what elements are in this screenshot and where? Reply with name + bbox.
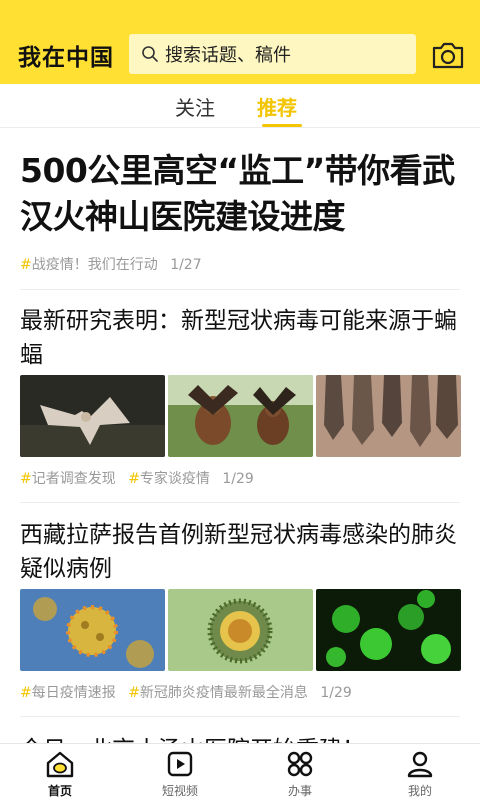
top-bar: 我在中国 搜索话题、稿件 bbox=[0, 0, 480, 84]
thumbnail-virus-render-blue bbox=[20, 589, 165, 671]
play-icon bbox=[167, 751, 193, 777]
headline-title[interactable]: 500公里高空“监工”带你看武汉火神山医院建设进度 bbox=[20, 148, 460, 240]
thumbnail-virus-green bbox=[316, 589, 461, 671]
nav-label: 办事 bbox=[287, 784, 312, 798]
home-icon bbox=[46, 751, 74, 778]
nav-services[interactable]: 办事 bbox=[260, 748, 340, 799]
active-tab-indicator bbox=[262, 124, 302, 127]
topic-tag[interactable]: #每日疫情速报 bbox=[20, 685, 116, 701]
article-thumbnails[interactable] bbox=[20, 589, 461, 671]
user-icon bbox=[407, 751, 433, 778]
article-meta: #记者调查发现 #专家谈疫情 1/29 bbox=[20, 468, 254, 488]
divider bbox=[20, 502, 460, 503]
article-title[interactable]: 西藏拉萨报告首例新型冠状病毒感染的肺炎疑似病例 bbox=[20, 518, 460, 586]
article-meta: #每日疫情速报 #新冠肺炎疫情最新最全消息 1/29 bbox=[20, 682, 352, 702]
article-title[interactable]: 最新研究表明：新型冠状病毒可能来源于蝙蝠 bbox=[20, 304, 460, 372]
article-thumbnails[interactable] bbox=[20, 375, 461, 457]
thumbnail-hanging-bats bbox=[316, 375, 461, 457]
thumbnail-virus-microscope bbox=[168, 589, 313, 671]
app-logo: 我在中国 bbox=[18, 45, 114, 71]
post-date: 1/29 bbox=[320, 685, 352, 701]
post-date: 1/27 bbox=[170, 257, 202, 273]
divider bbox=[20, 289, 460, 290]
search-box[interactable]: 搜索话题、稿件 bbox=[129, 34, 416, 74]
camera-icon[interactable] bbox=[431, 40, 465, 70]
headline-meta: #战疫情！我们在行动 1/27 bbox=[20, 254, 202, 274]
nav-short-video[interactable]: 短视频 bbox=[140, 748, 220, 799]
nav-label: 首页 bbox=[47, 784, 72, 798]
topic-tag[interactable]: #专家谈疫情 bbox=[128, 471, 210, 487]
feed-tabs: 关注 推荐 bbox=[0, 84, 480, 128]
news-feed[interactable]: 500公里高空“监工”带你看武汉火神山医院建设进度 #战疫情！我们在行动 1/2… bbox=[0, 128, 480, 743]
divider bbox=[20, 716, 460, 717]
topic-tag[interactable]: #战疫情！我们在行动 bbox=[20, 257, 158, 273]
article-title[interactable]: 今日，北京小汤山医院开始重建！ bbox=[20, 730, 365, 743]
thumbnail-bat-flying bbox=[20, 375, 165, 457]
nav-label: 我的 bbox=[407, 784, 432, 798]
thumbnail-fruit-bat bbox=[168, 375, 313, 457]
bottom-nav: 首页 短视频 办事 我的 bbox=[0, 743, 480, 800]
nav-profile[interactable]: 我的 bbox=[380, 748, 460, 799]
topic-tag[interactable]: #记者调查发现 bbox=[20, 471, 116, 487]
nav-home[interactable]: 首页 bbox=[20, 748, 100, 799]
post-date: 1/29 bbox=[222, 471, 254, 487]
search-placeholder: 搜索话题、稿件 bbox=[165, 45, 291, 66]
nav-label: 短视频 bbox=[161, 784, 198, 798]
tab-recommend[interactable]: 推荐 bbox=[257, 92, 297, 121]
search-icon bbox=[142, 46, 158, 62]
grid-icon bbox=[287, 751, 313, 777]
topic-tag[interactable]: #新冠肺炎疫情最新最全消息 bbox=[128, 685, 308, 701]
tab-follow[interactable]: 关注 bbox=[175, 92, 215, 121]
